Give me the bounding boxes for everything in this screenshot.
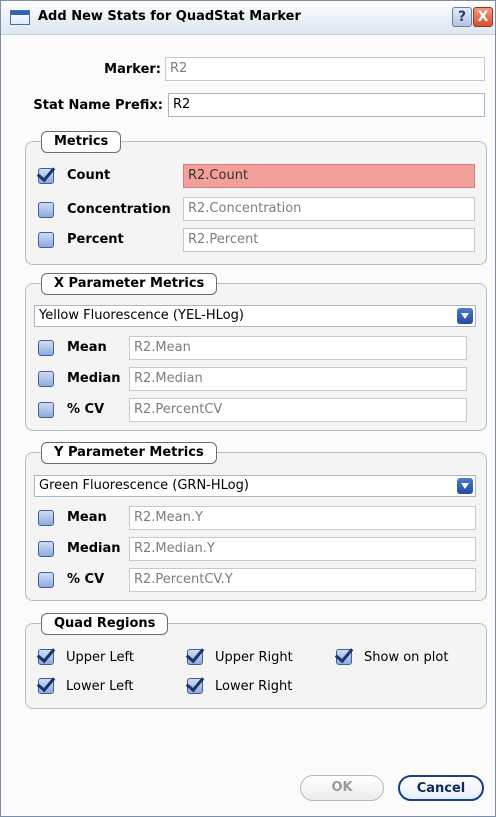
upper-right-checkbox[interactable]: [187, 649, 203, 665]
quad-regions-legend: Quad Regions: [41, 613, 169, 635]
dialog-window: Add New Stats for QuadStat Marker ? X Ma…: [0, 0, 496, 817]
count-checkbox[interactable]: [38, 168, 54, 184]
dropdown-arrow-icon[interactable]: [457, 478, 473, 494]
lower-left-checkbox[interactable]: [38, 678, 54, 694]
x-mean-checkbox[interactable]: [38, 340, 54, 356]
x-cv-checkbox[interactable]: [38, 402, 54, 418]
window-icon: [10, 10, 30, 25]
concentration-label: Concentration: [67, 202, 171, 217]
y-mean-checkbox[interactable]: [38, 510, 54, 526]
y-parameter-value: Green Fluorescence (GRN-HLog): [39, 478, 249, 493]
percent-label: Percent: [67, 232, 124, 247]
x-metrics-legend: X Parameter Metrics: [41, 273, 218, 295]
x-mean-label: Mean: [67, 340, 107, 355]
x-mean-field[interactable]: R2.Mean: [129, 336, 467, 360]
x-cv-label: % CV: [67, 402, 105, 417]
percent-checkbox[interactable]: [38, 232, 54, 248]
y-median-checkbox[interactable]: [38, 541, 54, 557]
x-cv-field[interactable]: R2.PercentCV: [129, 398, 467, 422]
y-mean-field[interactable]: R2.Mean.Y: [129, 506, 476, 530]
y-mean-label: Mean: [67, 510, 107, 525]
count-label: Count: [67, 168, 111, 183]
prefix-label: Stat Name Prefix:: [33, 98, 163, 113]
y-median-label: Median: [67, 541, 121, 556]
dropdown-arrow-icon[interactable]: [457, 308, 473, 324]
x-parameter-value: Yellow Fluorescence (YEL-HLog): [39, 308, 244, 323]
close-button[interactable]: X: [473, 7, 493, 27]
y-parameter-dropdown[interactable]: Green Fluorescence (GRN-HLog): [34, 475, 476, 497]
x-median-label: Median: [67, 371, 121, 386]
upper-right-label: Upper Right: [215, 650, 293, 665]
prefix-input[interactable]: R2: [168, 93, 485, 117]
percent-field[interactable]: R2.Percent: [183, 228, 475, 252]
y-cv-checkbox[interactable]: [38, 572, 54, 588]
x-parameter-dropdown[interactable]: Yellow Fluorescence (YEL-HLog): [34, 305, 476, 327]
window-title: Add New Stats for QuadStat Marker: [38, 9, 301, 24]
marker-label: Marker:: [104, 62, 161, 77]
title-bar[interactable]: Add New Stats for QuadStat Marker ? X: [1, 1, 495, 35]
x-median-field[interactable]: R2.Median: [129, 367, 467, 391]
lower-left-label: Lower Left: [66, 679, 134, 694]
count-field[interactable]: R2.Count: [183, 164, 475, 188]
quad-regions-group: [25, 623, 487, 709]
y-cv-field[interactable]: R2.PercentCV.Y: [129, 568, 476, 592]
concentration-field[interactable]: R2.Concentration: [183, 197, 475, 221]
concentration-checkbox[interactable]: [38, 202, 54, 218]
metrics-legend: Metrics: [41, 131, 122, 153]
show-on-plot-checkbox[interactable]: [336, 649, 352, 665]
y-cv-label: % CV: [67, 572, 105, 587]
y-median-field[interactable]: R2.Median.Y: [129, 537, 476, 561]
lower-right-checkbox[interactable]: [187, 678, 203, 694]
y-metrics-legend: Y Parameter Metrics: [41, 442, 217, 464]
help-button[interactable]: ?: [452, 7, 472, 27]
upper-left-checkbox[interactable]: [38, 649, 54, 665]
lower-right-label: Lower Right: [215, 679, 293, 694]
ok-button[interactable]: OK: [300, 775, 384, 801]
upper-left-label: Upper Left: [66, 650, 134, 665]
cancel-button[interactable]: Cancel: [398, 775, 484, 801]
x-median-checkbox[interactable]: [38, 371, 54, 387]
show-on-plot-label: Show on plot: [364, 650, 449, 665]
marker-field: R2: [165, 57, 485, 81]
